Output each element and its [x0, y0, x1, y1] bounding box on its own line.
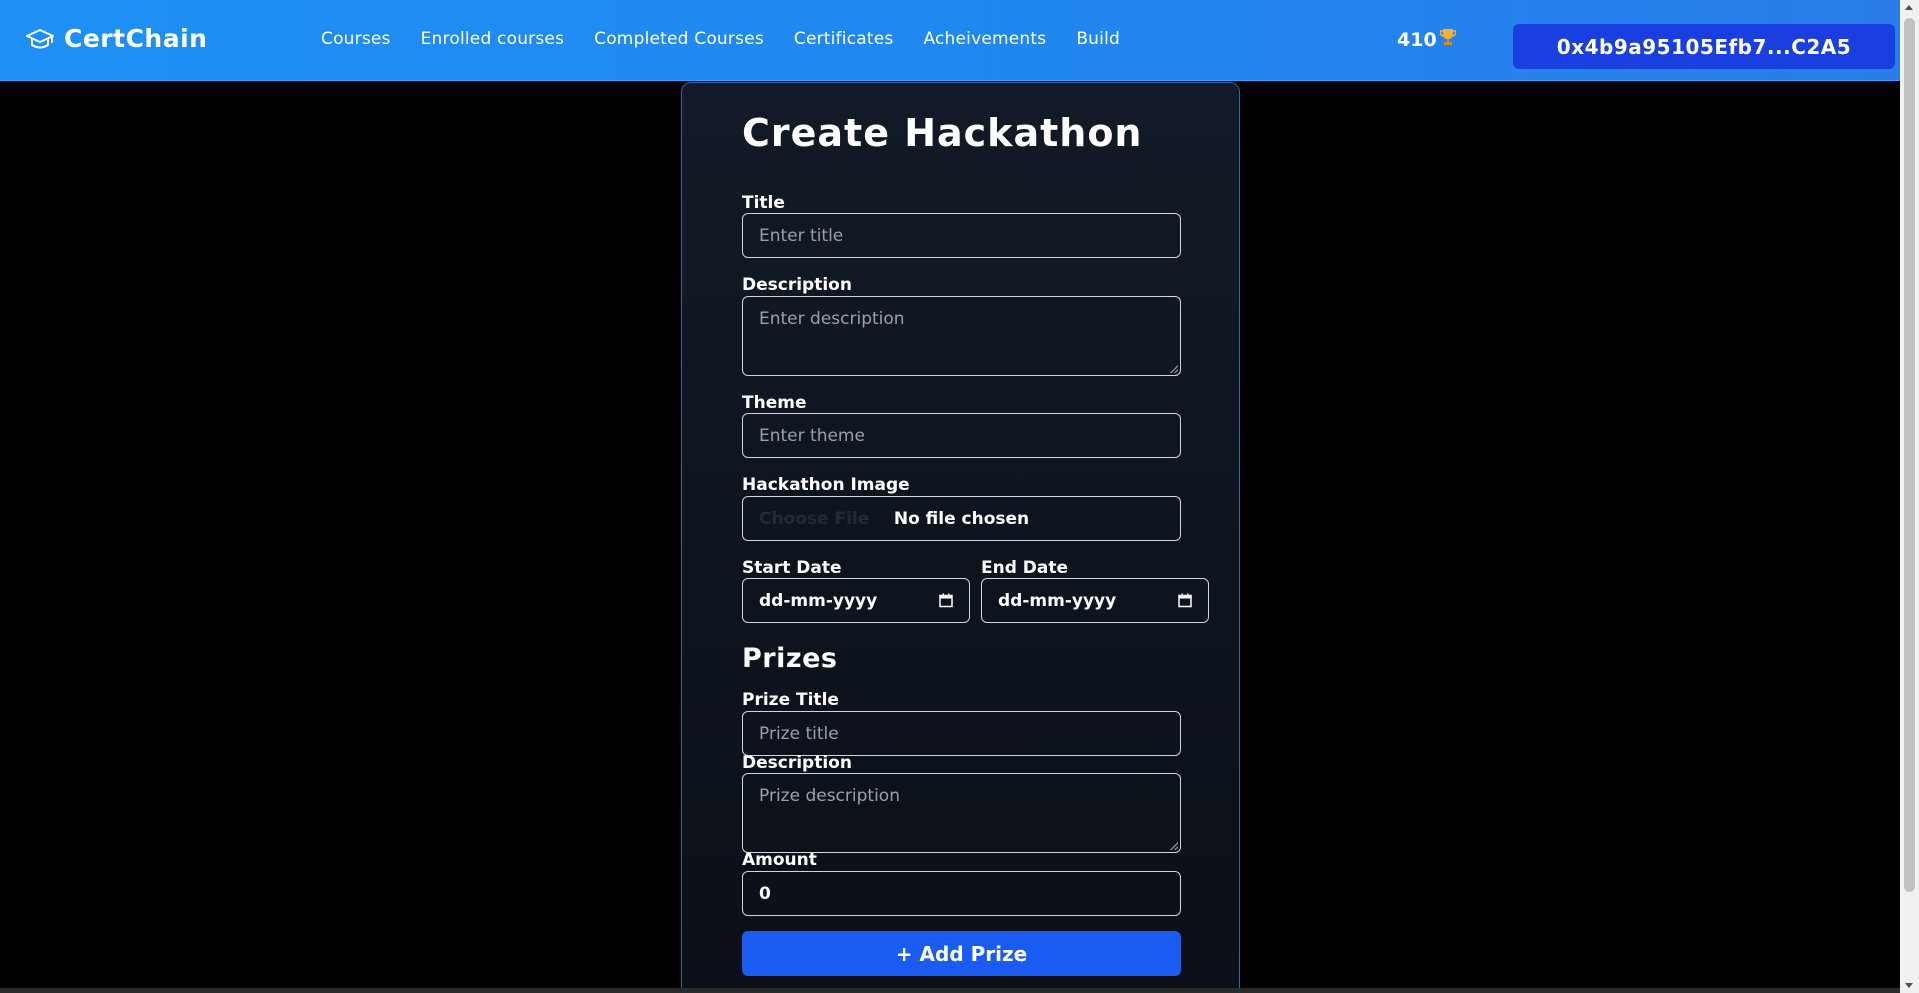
- graduation-cap-icon: [26, 27, 54, 51]
- bottom-strip: [0, 988, 1900, 993]
- end-date-input[interactable]: dd-mm-yyyy: [981, 578, 1209, 623]
- prizes-heading: Prizes: [742, 643, 838, 674]
- theme-input[interactable]: Enter theme: [742, 413, 1181, 458]
- calendar-icon[interactable]: [1178, 593, 1192, 613]
- nav-achievements[interactable]: Acheivements: [923, 29, 1046, 49]
- nav-enrolled-courses[interactable]: Enrolled courses: [421, 29, 565, 49]
- points-display: 410: [1397, 28, 1456, 51]
- file-status: No file chosen: [893, 508, 1030, 529]
- scroll-up-icon[interactable]: [1905, 5, 1913, 10]
- description-label: Description: [742, 275, 852, 295]
- description-placeholder: Enter description: [759, 309, 905, 329]
- scroll-down-icon[interactable]: [1905, 983, 1913, 988]
- end-date-value: dd-mm-yyyy: [998, 590, 1117, 611]
- brand-name: CertChain: [64, 24, 208, 53]
- title-placeholder: Enter title: [759, 225, 844, 246]
- prize-description-placeholder: Prize description: [759, 786, 900, 806]
- create-hackathon-card: Create Hackathon Title Enter title Descr…: [681, 82, 1240, 993]
- start-date-input[interactable]: dd-mm-yyyy: [742, 578, 970, 623]
- top-navbar: CertChain Courses Enrolled courses Compl…: [0, 0, 1900, 81]
- title-label: Title: [742, 193, 785, 213]
- nav-certificates[interactable]: Certificates: [794, 29, 894, 49]
- page-title: Create Hackathon: [742, 111, 1143, 155]
- page-scrollbar[interactable]: [1900, 0, 1919, 993]
- amount-input[interactable]: 0: [742, 871, 1181, 916]
- prize-title-placeholder: Prize title: [759, 723, 839, 744]
- start-date-value: dd-mm-yyyy: [759, 590, 878, 611]
- prize-title-label: Prize Title: [742, 690, 839, 710]
- resize-handle-icon[interactable]: [1170, 842, 1178, 850]
- prize-title-input[interactable]: Prize title: [742, 711, 1181, 756]
- end-date-label: End Date: [981, 558, 1069, 578]
- brand[interactable]: CertChain: [26, 24, 207, 53]
- calendar-icon[interactable]: [939, 593, 953, 613]
- theme-placeholder: Enter theme: [759, 425, 865, 446]
- amount-label: Amount: [742, 850, 817, 870]
- prize-description-textarea[interactable]: Prize description: [742, 773, 1181, 853]
- points-value: 410: [1397, 28, 1437, 51]
- nav-courses[interactable]: Courses: [321, 29, 391, 49]
- nav-completed-courses[interactable]: Completed Courses: [594, 29, 764, 49]
- amount-value: 0: [759, 883, 771, 904]
- resize-handle-icon[interactable]: [1170, 365, 1178, 373]
- title-input[interactable]: Enter title: [742, 213, 1181, 258]
- nav-build[interactable]: Build: [1076, 29, 1120, 49]
- scroll-thumb[interactable]: [1904, 18, 1915, 892]
- choose-file-button[interactable]: Choose File: [759, 509, 869, 529]
- wallet-address-button[interactable]: 0x4b9a95105Efb7...C2A5: [1513, 24, 1895, 69]
- prize-description-label: Description: [742, 753, 852, 773]
- description-textarea[interactable]: Enter description: [742, 296, 1181, 376]
- add-prize-button[interactable]: + Add Prize: [742, 931, 1181, 976]
- image-label: Hackathon Image: [742, 475, 910, 495]
- nav-links: Courses Enrolled courses Completed Cours…: [321, 29, 1150, 49]
- hackathon-image-input[interactable]: Choose File No file chosen: [742, 496, 1181, 541]
- start-date-label: Start Date: [742, 558, 842, 578]
- theme-label: Theme: [742, 393, 807, 413]
- trophy-icon: [1439, 28, 1456, 51]
